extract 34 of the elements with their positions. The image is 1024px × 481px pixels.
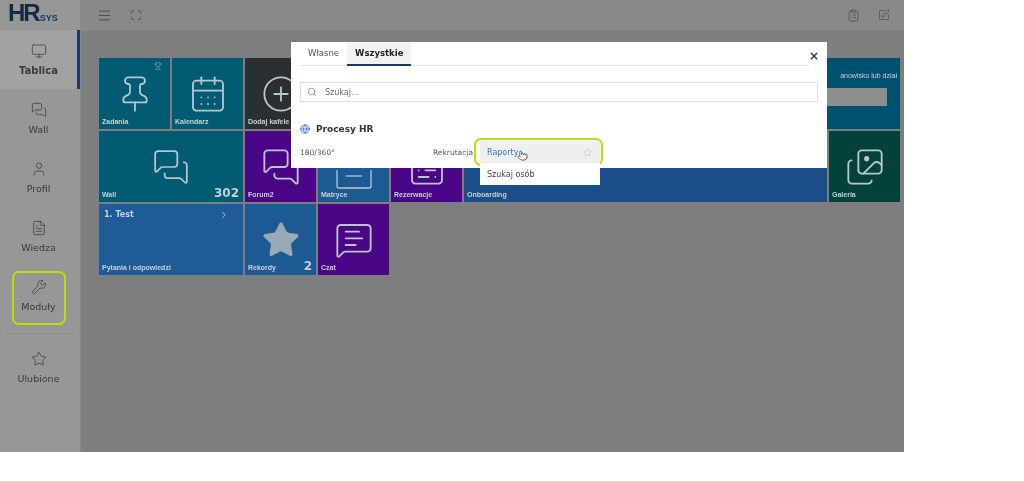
search-field[interactable]: Szukaj...: [300, 82, 818, 102]
tile-count: 2: [303, 259, 312, 273]
box-icon: [336, 170, 372, 189]
tab[interactable]: Wszystkie: [347, 42, 412, 66]
star-icon[interactable]: [583, 147, 592, 157]
star-icon: [30, 351, 47, 367]
wrench-icon: [30, 279, 47, 295]
edit-icon[interactable]: [878, 9, 890, 21]
globe-icon: [300, 124, 310, 134]
sidebar-item[interactable]: Wall: [0, 89, 80, 148]
document-icon: [30, 220, 47, 236]
sidebar-item[interactable]: Ulubione: [0, 338, 80, 397]
clipboard-icon[interactable]: [847, 8, 860, 22]
trophy-icon: [154, 62, 162, 70]
menu-icon[interactable]: [97, 7, 112, 23]
fullscreen-icon[interactable]: [130, 9, 142, 21]
search-icon: [307, 87, 317, 97]
logo-suffix: SYS: [39, 14, 58, 23]
sidebar-item[interactable]: Tablica: [0, 30, 80, 89]
list-item-title: 1. Test: [104, 210, 134, 219]
sidebar-item[interactable]: Profil: [0, 148, 80, 207]
tile-count: 302: [213, 186, 239, 200]
hand-cursor-icon: [517, 150, 528, 161]
chat-bubbles-icon: [30, 102, 47, 118]
section-title: Procesy HR: [316, 124, 374, 134]
tile-input-field[interactable]: [827, 88, 887, 106]
chevron-right-icon: [219, 210, 229, 220]
chat-bubbles-icon: [152, 147, 190, 186]
logo-mark: HR: [8, 3, 39, 23]
close-button[interactable]: ×: [808, 50, 819, 62]
sidebar-item[interactable]: Wiedza: [0, 207, 80, 266]
monitor-icon: [30, 43, 47, 59]
images-icon: [844, 146, 885, 187]
sidebar-item[interactable]: Moduły: [0, 266, 80, 325]
